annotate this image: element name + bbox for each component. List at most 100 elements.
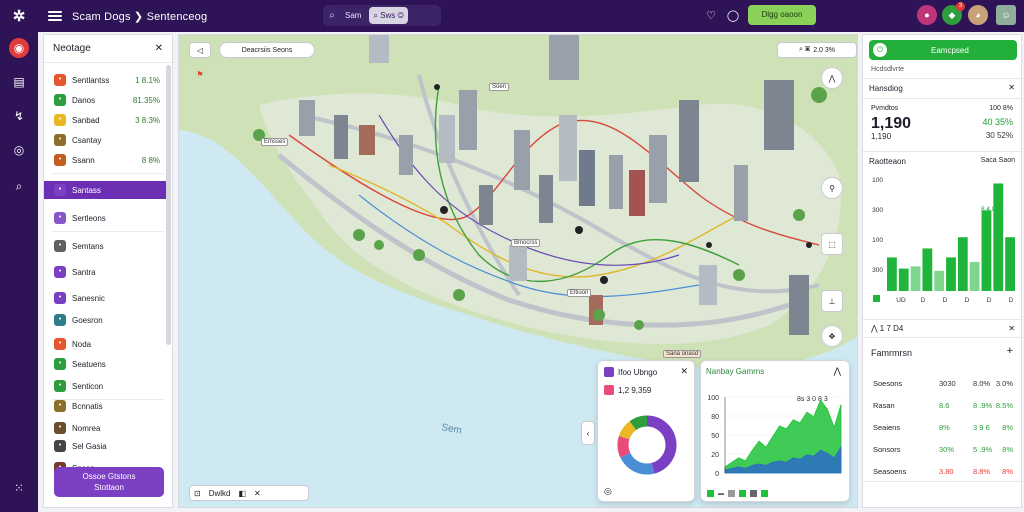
nav-item-label: Csantay bbox=[72, 135, 102, 145]
home-icon[interactable]: ◉ bbox=[9, 38, 29, 58]
search-rail-icon[interactable]: ⌕ bbox=[9, 176, 29, 196]
close-icon[interactable]: ✕ bbox=[680, 366, 688, 377]
person-icon[interactable]: ✥ bbox=[821, 325, 843, 347]
nav-item[interactable]: • Santass bbox=[44, 181, 166, 199]
power-icon: ⏻ bbox=[873, 43, 887, 57]
toolbar-grid-icon[interactable]: ⊡ bbox=[194, 489, 201, 498]
info-icon[interactable]: ◎ bbox=[604, 486, 612, 497]
nav-item[interactable]: • Sel Gasia bbox=[44, 437, 166, 455]
collapse-button[interactable]: ‹ bbox=[581, 421, 595, 445]
subhead: Hcdsdlvrte bbox=[871, 66, 905, 73]
table-cell: 8.6 bbox=[939, 401, 950, 410]
d-icon: • bbox=[54, 240, 66, 252]
avatar[interactable]: ◕ bbox=[968, 5, 988, 25]
nav-item-label: Noda bbox=[72, 339, 92, 349]
bar bbox=[887, 257, 897, 291]
donut-chart bbox=[617, 415, 677, 475]
nav-item-label: Santra bbox=[72, 267, 96, 277]
close-icon[interactable]: ✕ bbox=[1008, 324, 1015, 333]
close-icon[interactable]: ✕ bbox=[1008, 83, 1015, 92]
n-icon: • bbox=[54, 74, 66, 86]
donut-slice bbox=[617, 435, 631, 458]
profile-avatar[interactable]: ☺ bbox=[996, 5, 1016, 25]
nav-item[interactable]: • Nomrea bbox=[44, 419, 166, 437]
nav-item[interactable]: • Sanbad 3 8.3% bbox=[44, 111, 166, 129]
map-back-button[interactable]: ◁ bbox=[189, 42, 211, 58]
nav-item[interactable]: • Danos 81.35% bbox=[44, 91, 166, 109]
add-icon[interactable]: + bbox=[1007, 345, 1013, 357]
nav-item[interactable]: • Senticon bbox=[44, 377, 166, 395]
nav-item[interactable]: • Goesron bbox=[44, 311, 166, 329]
zoom-out-button[interactable]: ⊥ bbox=[821, 290, 843, 312]
expand-icon[interactable]: ⋀ bbox=[834, 366, 841, 377]
heart-icon[interactable]: ♡ bbox=[703, 8, 719, 24]
app-logo[interactable]: ✲ bbox=[0, 0, 38, 32]
bar bbox=[957, 237, 968, 291]
nav-item[interactable]: • Santra bbox=[44, 263, 166, 281]
pin-icon[interactable]: ⚑ bbox=[191, 65, 209, 83]
map-label: Sana onasd bbox=[663, 350, 702, 358]
y-tick-label: 100 bbox=[707, 395, 719, 402]
c-icon: • bbox=[54, 380, 66, 392]
layers-icon[interactable]: ▤ bbox=[9, 72, 29, 92]
toolbar-tool-icon[interactable]: ✕ bbox=[254, 489, 261, 498]
nav-item[interactable]: • Sentlantss 1 8.1% bbox=[44, 71, 166, 89]
table-cell: 8% bbox=[939, 423, 950, 432]
toolbar-label[interactable]: Dwlkd bbox=[209, 489, 231, 498]
nav-item[interactable]: • Sanesnic bbox=[44, 289, 166, 307]
map-label: Eltiuon bbox=[567, 289, 592, 297]
d-icon: • bbox=[54, 440, 66, 452]
toolbar-layers-icon[interactable]: ◧ bbox=[238, 489, 246, 498]
section-subtitle: Pvmdtos bbox=[871, 105, 899, 112]
footer-button[interactable]: Ossoe Gtstons Stottaon bbox=[54, 467, 164, 497]
walk-icon[interactable]: ⚲ bbox=[821, 177, 843, 199]
trend-title: Nanbay Gamrns bbox=[706, 367, 765, 376]
y-tick-label: 300 bbox=[872, 267, 883, 274]
route-icon[interactable]: ↯ bbox=[9, 106, 29, 126]
square-icon: • bbox=[54, 184, 66, 196]
search-icon: ⌕ bbox=[329, 10, 335, 21]
search-box[interactable]: ⌕ Sam ⌕ Sws ◎ bbox=[323, 5, 441, 26]
chat-icon[interactable]: ◯ bbox=[725, 8, 741, 24]
settings-icon[interactable]: ⁙ bbox=[9, 478, 29, 498]
nav-item[interactable]: • Ssann 8 8% bbox=[44, 151, 166, 169]
small-value: 1,190 bbox=[871, 132, 892, 141]
menu-icon[interactable] bbox=[48, 9, 62, 23]
table-cell-name: Sonsors bbox=[873, 445, 901, 454]
bar bbox=[946, 257, 956, 291]
close-icon[interactable]: ✕ bbox=[155, 43, 163, 54]
coords-readout: ⌕ ▣ 2.0 3% bbox=[777, 42, 857, 58]
y-tick-label: 100 bbox=[872, 177, 883, 184]
table-cell: 5 .9% bbox=[973, 445, 993, 454]
search-scope[interactable]: ⌕ Sws ◎ bbox=[369, 7, 408, 24]
compass-icon[interactable]: ⋀ bbox=[821, 67, 843, 89]
nav-item-label: Ssann bbox=[72, 155, 95, 165]
table-cell: 3030 bbox=[939, 379, 956, 388]
distribution-title: Ifoo Ubngo bbox=[618, 367, 658, 377]
bar bbox=[993, 183, 1004, 291]
donut-slice bbox=[646, 415, 677, 474]
upgrade-button[interactable]: Dlgg oaoon bbox=[748, 5, 816, 25]
nav-header: Neotage ✕ bbox=[44, 35, 172, 63]
comment-icon[interactable]: ◎ bbox=[9, 140, 29, 160]
legend-swatch bbox=[873, 295, 880, 302]
nav-item[interactable]: • Seatuens bbox=[44, 355, 166, 373]
s-icon: • bbox=[54, 338, 66, 350]
o-icon: • bbox=[54, 314, 66, 326]
nav-item[interactable]: • Csantay bbox=[44, 131, 166, 149]
nav-item[interactable]: • Semtans bbox=[44, 237, 166, 255]
map-search[interactable]: Deacrsiis Seons bbox=[219, 42, 315, 58]
icon-rail: ◉ ▤ ↯ ◎ ⌕ ⁙ bbox=[0, 32, 38, 512]
nav-item-value: 3 8.3% bbox=[135, 115, 160, 125]
zoom-in-button[interactable]: ⬚ bbox=[821, 233, 843, 255]
x-tick-label: D bbox=[987, 297, 992, 304]
nav-item[interactable]: • Bcnnatis bbox=[44, 397, 166, 415]
nav-item-label: Semtans bbox=[72, 241, 104, 251]
nav-item[interactable]: • Sertleons bbox=[44, 209, 166, 227]
notifications-icon[interactable]: ● bbox=[917, 5, 937, 25]
table-cell: 8% bbox=[1002, 467, 1013, 476]
messages-icon[interactable]: ◆ 3 bbox=[942, 2, 965, 25]
scrollbar[interactable] bbox=[166, 65, 171, 345]
nav-item[interactable]: • Noda bbox=[44, 335, 166, 353]
primary-action-button[interactable]: ⏻ Eamcpsed bbox=[869, 40, 1017, 60]
